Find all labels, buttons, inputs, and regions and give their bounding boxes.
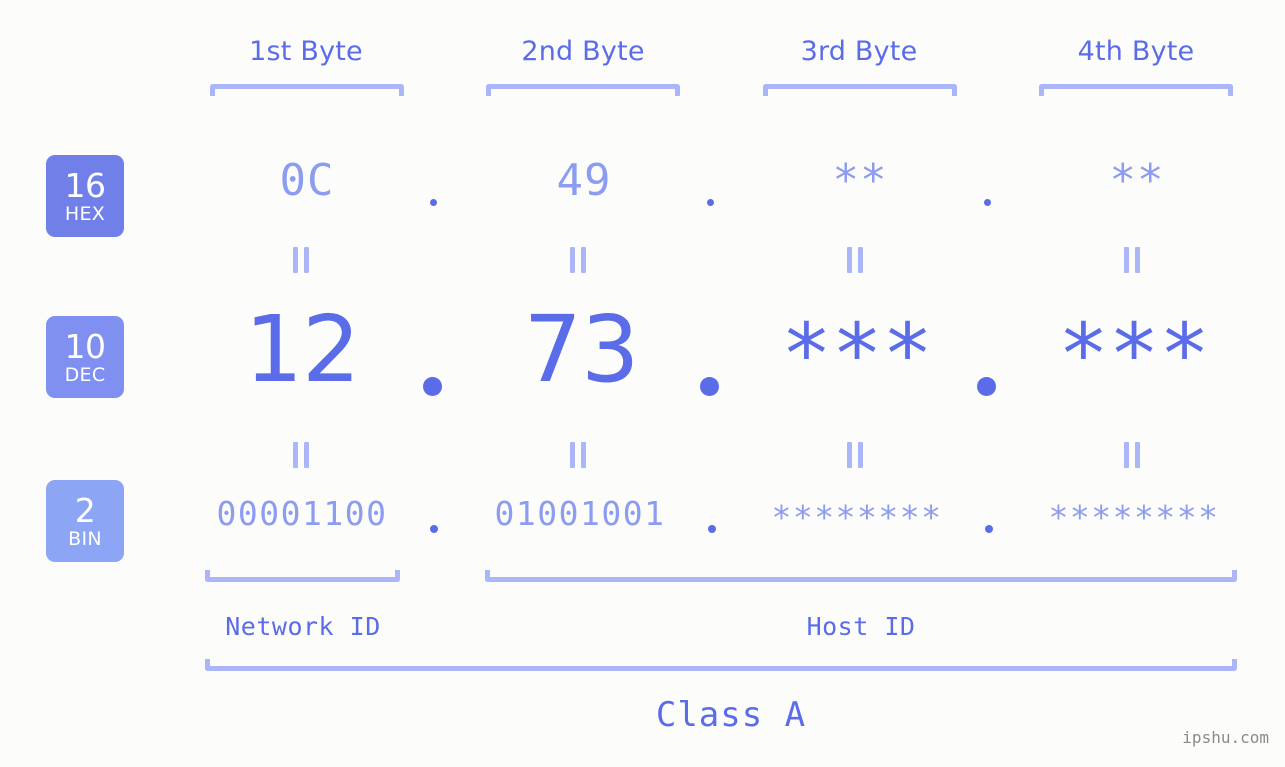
equals-icon-dec-bin-3 xyxy=(847,442,864,468)
equals-icon-hex-dec-3 xyxy=(847,247,864,273)
dec-value-byte-3: *** xyxy=(781,305,933,403)
hex-value-byte-4: ** xyxy=(1109,155,1165,206)
equals-icon-hex-dec-4 xyxy=(1124,247,1141,273)
dec-value-byte-4: *** xyxy=(1058,305,1210,403)
byte-bracket-2 xyxy=(486,84,680,96)
bin-value-byte-1: 00001100 xyxy=(216,494,388,533)
equals-icon-dec-bin-2 xyxy=(570,442,587,468)
dec-value-byte-1: 12 xyxy=(244,296,360,403)
bin-value-byte-4: ******** xyxy=(1048,498,1220,537)
byte-header-1: 1st Byte xyxy=(249,36,363,67)
base-badge-bin-number: 2 xyxy=(74,490,96,530)
host-id-caption: Host ID xyxy=(806,612,916,641)
base-badge-dec-number: 10 xyxy=(64,326,107,366)
equals-icon-dec-bin-1 xyxy=(293,442,310,468)
bin-dot-separator-3 xyxy=(985,525,993,533)
hex-value-byte-2: 49 xyxy=(556,155,612,206)
network-id-caption: Network ID xyxy=(225,612,381,641)
base-badge-hex: 16 HEX xyxy=(46,155,124,237)
byte-header-2: 2nd Byte xyxy=(521,36,645,67)
equals-icon-hex-dec-1 xyxy=(293,247,310,273)
host-id-bracket xyxy=(485,570,1237,582)
hex-value-byte-3: ** xyxy=(832,155,888,206)
network-id-bracket xyxy=(205,570,400,582)
class-bracket xyxy=(205,659,1237,671)
bin-value-byte-2: 01001001 xyxy=(494,494,666,533)
watermark: ipshu.com xyxy=(1182,728,1269,747)
base-badge-hex-number: 16 xyxy=(64,165,107,205)
hex-value-byte-1: 0C xyxy=(279,155,335,206)
base-badge-dec: 10 DEC xyxy=(46,316,124,398)
base-badge-hex-name: HEX xyxy=(64,202,106,225)
byte-bracket-3 xyxy=(763,84,957,96)
hex-dot-separator-2 xyxy=(707,199,714,206)
dec-dot-separator-1 xyxy=(423,377,442,396)
base-badge-bin-name: BIN xyxy=(68,527,102,550)
class-caption: Class A xyxy=(655,695,807,735)
equals-icon-hex-dec-2 xyxy=(570,247,587,273)
dec-dot-separator-3 xyxy=(977,377,996,396)
dec-value-byte-2: 73 xyxy=(523,296,639,403)
byte-bracket-1 xyxy=(210,84,404,96)
bin-value-byte-3: ******** xyxy=(771,498,943,537)
hex-dot-separator-3 xyxy=(984,199,991,206)
ip-byte-breakdown-diagram: 1st Byte 2nd Byte 3rd Byte 4th Byte 16 H… xyxy=(0,0,1285,767)
hex-dot-separator-1 xyxy=(430,199,437,206)
bin-dot-separator-1 xyxy=(430,525,438,533)
dec-dot-separator-2 xyxy=(700,377,719,396)
base-badge-dec-name: DEC xyxy=(64,363,106,386)
equals-icon-dec-bin-4 xyxy=(1124,442,1141,468)
bin-dot-separator-2 xyxy=(708,525,716,533)
byte-header-4: 4th Byte xyxy=(1077,36,1195,67)
base-badge-bin: 2 BIN xyxy=(46,480,124,562)
byte-header-3: 3rd Byte xyxy=(800,36,918,67)
byte-bracket-4 xyxy=(1039,84,1233,96)
